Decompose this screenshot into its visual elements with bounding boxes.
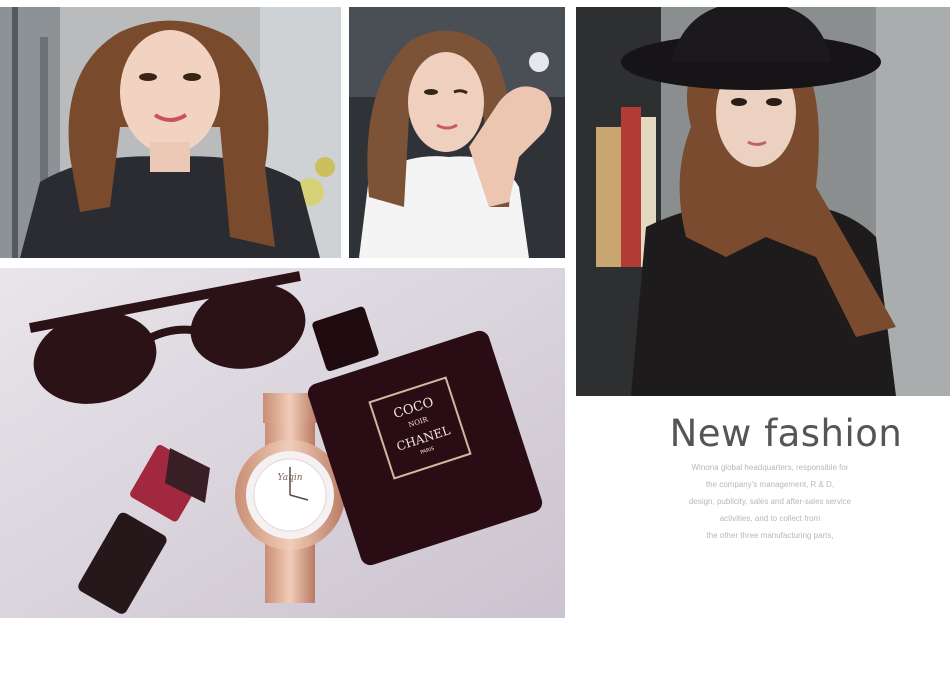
description-line: the other three manufacturing parts, xyxy=(706,531,834,540)
description-line: design, publicity, sales and after-sales… xyxy=(688,497,852,506)
photo-woman-pointing xyxy=(349,7,565,258)
photo-watch-perfume-flatlay: Yaqin COCO NOIR CHANEL PARIS xyxy=(0,268,565,618)
description-line: the company's management, R & D, xyxy=(705,480,835,489)
description-block: Winona global headquarters, responsible … xyxy=(650,459,890,544)
photo-woman-gym-selfie xyxy=(0,7,341,258)
description-line: Winona global headquarters, responsible … xyxy=(691,463,849,472)
description-line: activities, and to collect from xyxy=(719,514,821,523)
headline: New fashion xyxy=(669,412,903,455)
photo-woman-black-hat xyxy=(576,7,950,396)
